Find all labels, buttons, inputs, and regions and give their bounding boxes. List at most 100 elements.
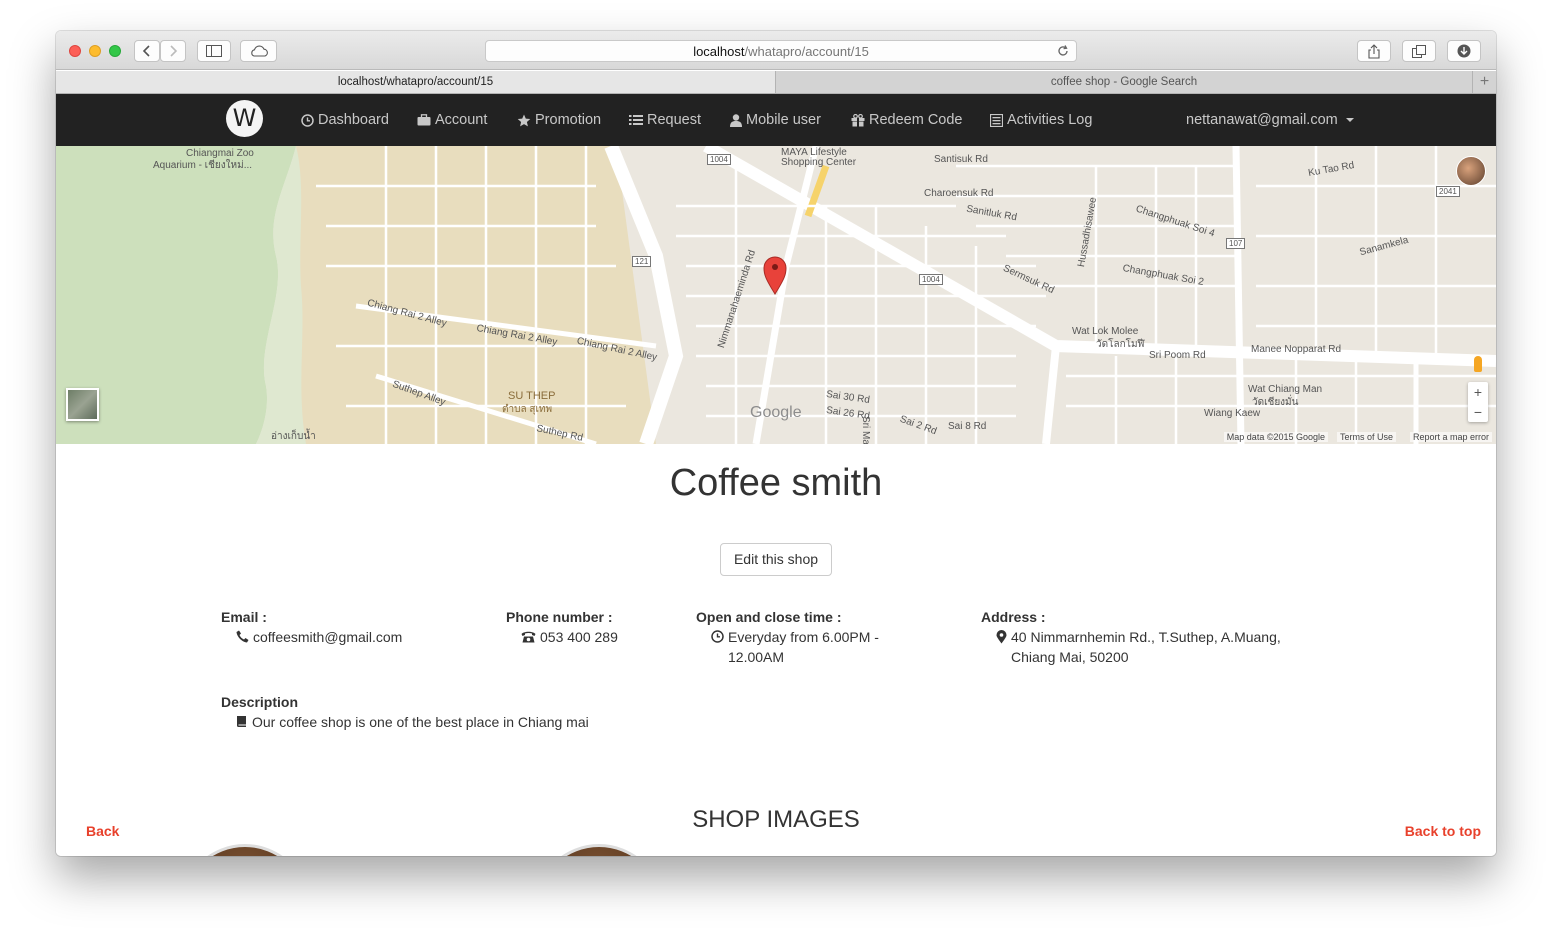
map-label-santisuk: Santisuk Rd	[934, 154, 988, 165]
tab-google-search[interactable]: coffee shop - Google Search	[776, 71, 1473, 93]
url-host: localhost	[693, 44, 745, 59]
phone-handset-icon	[236, 630, 249, 643]
map-label-wiang-kaew: Wiang Kaew	[1204, 408, 1261, 419]
map-label-aquarium: Aquarium - เชียงใหม่...	[153, 160, 253, 171]
address-label: Address :	[981, 609, 1046, 625]
map-label-maya2: Shopping Center	[781, 157, 857, 168]
nav-activities-log-label: Activities Log	[1007, 112, 1093, 128]
minimize-window-button[interactable]	[89, 45, 101, 57]
shop-image-1[interactable]	[180, 844, 310, 856]
zoom-in-button[interactable]: +	[1468, 382, 1488, 402]
edit-shop-button[interactable]: Edit this shop	[720, 543, 832, 576]
zoom-window-button[interactable]	[109, 45, 121, 57]
user-icon	[730, 113, 742, 127]
hours-value: Everyday from 6.00PM - 12.00AM	[728, 629, 879, 665]
back-nav-button[interactable]	[134, 40, 160, 62]
sidebar-icon	[206, 45, 222, 57]
show-tabs-button[interactable]	[1402, 40, 1436, 62]
clock-icon	[711, 630, 724, 643]
back-to-top-link[interactable]: Back to top	[1405, 823, 1481, 839]
nav-account-label: Account	[435, 112, 488, 128]
icloud-tabs-button[interactable]	[240, 40, 277, 62]
shop-detail: Coffee smith Edit this shop Email : coff…	[56, 444, 1496, 856]
nav-promotion-label: Promotion	[535, 112, 602, 128]
map-label-sai8: Sai 8 Rd	[948, 421, 987, 432]
nav-request[interactable]: Request	[629, 94, 701, 146]
tab-strip: localhost/whatapro/account/15 coffee sho…	[56, 71, 1496, 94]
chevron-right-icon	[170, 45, 178, 57]
google-map[interactable]: Chiangmai Zoo Aquarium - เชียงใหม่... MA…	[56, 146, 1496, 444]
nav-redeem-code[interactable]: Redeem Code	[851, 94, 963, 146]
close-window-button[interactable]	[69, 45, 81, 57]
map-label-ang-kaew: อ่างเก็บน้ำ	[271, 431, 316, 442]
map-google-logo: Google	[750, 404, 802, 421]
email-label: Email :	[221, 609, 267, 625]
map-road-shield-1004b: 1004	[919, 274, 943, 285]
forward-nav-button[interactable]	[160, 40, 186, 62]
share-button[interactable]	[1357, 40, 1391, 62]
share-icon	[1368, 43, 1380, 59]
phone-row: 053 400 289	[506, 627, 676, 647]
map-road-shield-121: 121	[632, 256, 652, 267]
user-menu-dropdown[interactable]: nettanawat@gmail.com	[1186, 94, 1354, 146]
satellite-toggle[interactable]	[66, 388, 99, 421]
nav-mobile-user-label: Mobile user	[746, 112, 821, 128]
nav-account[interactable]: Account	[417, 94, 487, 146]
map-road-shield-107: 107	[1226, 238, 1246, 249]
chevron-left-icon	[142, 45, 150, 57]
url-path: /whatapro/account/15	[744, 44, 869, 59]
map-label-sri-mangkalajarn: Sri Mangkalajarn	[860, 416, 871, 444]
map-avatar[interactable]	[1456, 156, 1486, 186]
address-value: 40 Nimmarnhemin Rd., T.Suthep, A.Muang, …	[1011, 629, 1281, 665]
hours-label: Open and close time :	[696, 609, 842, 625]
nav-mobile-user[interactable]: Mobile user	[730, 94, 821, 146]
back-link[interactable]: Back	[86, 823, 119, 839]
browser-window: localhost/whatapro/account/15 localhost/…	[56, 31, 1496, 856]
cloud-icon	[250, 45, 268, 57]
address-row: 40 Nimmarnhemin Rd., T.Suthep, A.Muang, …	[981, 627, 1311, 667]
pegman-icon[interactable]	[1474, 356, 1482, 372]
brand-logo[interactable]: W	[226, 100, 263, 137]
caret-down-icon	[1345, 118, 1354, 122]
nav-redeem-code-label: Redeem Code	[869, 112, 963, 128]
downloads-button[interactable]	[1447, 40, 1481, 62]
map-label-sri-poom: Sri Poom Rd	[1149, 350, 1206, 361]
star-icon	[517, 114, 531, 126]
tab-account[interactable]: localhost/whatapro/account/15	[56, 71, 776, 93]
map-label-su-thep: SU THEP	[508, 390, 556, 402]
sidebar-toggle-button[interactable]	[197, 40, 231, 62]
clock-icon	[301, 113, 314, 127]
map-terms-link[interactable]: Terms of Use	[1336, 432, 1396, 442]
map-road-shield-1004a: 1004	[707, 154, 731, 165]
app-navbar: W Dashboard Account Promotion Request Mo…	[56, 94, 1496, 146]
map-data-credit: Map data ©2015 Google	[1223, 432, 1328, 442]
hours-row: Everyday from 6.00PM - 12.00AM	[696, 627, 901, 667]
nav-dashboard[interactable]: Dashboard	[301, 94, 389, 146]
address-bar[interactable]: localhost/whatapro/account/15	[485, 40, 1077, 62]
map-label-manee: Manee Nopparat Rd	[1251, 344, 1342, 355]
tabs-overview-icon	[1412, 44, 1426, 58]
nav-activities-log[interactable]: Activities Log	[990, 94, 1092, 146]
map-label-wat-lok-th: วัดโลกโมฬี	[1096, 339, 1145, 350]
map-marker-icon	[996, 630, 1007, 644]
address-section: Address : 40 Nimmarnhemin Rd., T.Suthep,…	[981, 607, 1311, 667]
map-zoom-control: + −	[1468, 382, 1488, 422]
list-alt-icon	[990, 113, 1003, 127]
reload-icon[interactable]	[1056, 44, 1070, 58]
new-tab-button[interactable]: +	[1473, 71, 1496, 93]
email-value: coffeesmith@gmail.com	[253, 629, 403, 645]
map-label-charoensuk: Charoensuk Rd	[924, 188, 994, 199]
map-label-su-thep-th: ตำบล สุเทพ	[502, 404, 553, 415]
phone-section: Phone number : 053 400 289	[506, 607, 676, 647]
zoom-out-button[interactable]: −	[1468, 402, 1488, 422]
nav-promotion[interactable]: Promotion	[517, 94, 601, 146]
description-section: Description Our coffee shop is one of th…	[221, 692, 721, 732]
map-road-shield-2041: 2041	[1436, 186, 1460, 197]
map-report-link[interactable]: Report a map error	[1409, 432, 1492, 442]
shop-image-2[interactable]	[534, 844, 664, 856]
nav-dashboard-label: Dashboard	[318, 112, 389, 128]
shop-images-title: SHOP IMAGES	[692, 806, 860, 833]
phone-value: 053 400 289	[540, 629, 618, 645]
user-email: nettanawat@gmail.com	[1186, 112, 1338, 128]
list-icon	[629, 115, 643, 125]
